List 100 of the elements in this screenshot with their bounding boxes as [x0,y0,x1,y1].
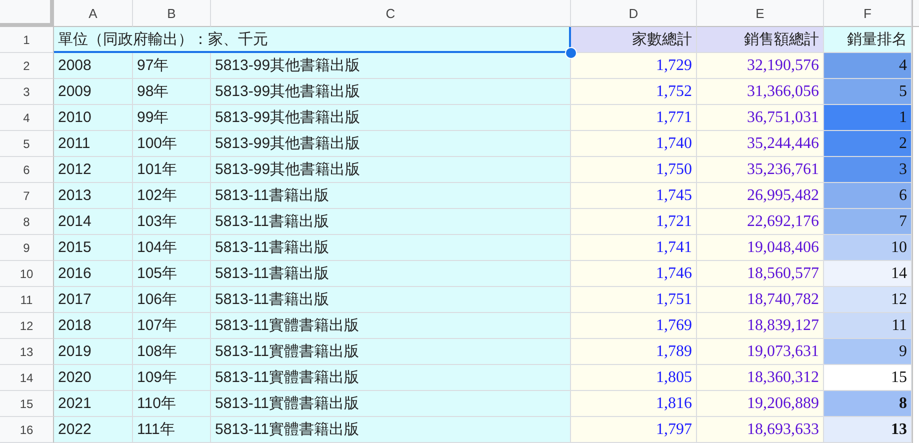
table-header-cell: 銷量排名 [824,27,912,53]
table-cell: 10 [824,235,912,261]
table-cell: 2016 [54,261,133,287]
table-cell: 5813-11實體書籍出版 [211,313,571,339]
table-cell: 109年 [133,365,211,391]
table-cell: 5813-11書籍出版 [211,183,571,209]
table-cell: 5813-99其他書籍出版 [211,53,571,79]
table-cell: 8 [824,391,912,417]
table-cell: 103年 [133,209,211,235]
table-cell: 2010 [54,105,133,131]
merged-title-cell[interactable]: 單位（同政府輸出）：家、千元 [54,27,571,53]
table-cell: 2015 [54,235,133,261]
table-cell: 18,560,577 [697,261,824,287]
row-header[interactable]: 10 [0,261,54,287]
table-cell: 3 [824,157,912,183]
table-cell: 5813-11實體書籍出版 [211,391,571,417]
table-cell: 1,745 [571,183,697,209]
table-cell: 35,236,761 [697,157,824,183]
row-header[interactable]: 6 [0,157,54,183]
table-cell: 14 [824,261,912,287]
table-cell: 100年 [133,131,211,157]
table-cell: 1,740 [571,131,697,157]
table-cell: 1,741 [571,235,697,261]
table-cell: 19,206,889 [697,391,824,417]
table-cell: 2 [824,131,912,157]
table-cell: 2019 [54,339,133,365]
table-cell: 1,816 [571,391,697,417]
table-cell: 2020 [54,365,133,391]
table-cell: 19,073,631 [697,339,824,365]
table-cell: 31,366,056 [697,79,824,105]
table-cell: 97年 [133,53,211,79]
table-cell: 5813-99其他書籍出版 [211,105,571,131]
table-cell: 1,771 [571,105,697,131]
table-cell: 1,789 [571,339,697,365]
table-cell: 7 [824,209,912,235]
table-cell: 18,693,633 [697,417,824,443]
row-header[interactable]: 11 [0,287,54,313]
table-cell: 6 [824,183,912,209]
row-header[interactable]: 13 [0,339,54,365]
table-cell: 2011 [54,131,133,157]
row-header[interactable]: 14 [0,365,54,391]
table-cell: 35,244,446 [697,131,824,157]
table-cell: 106年 [133,287,211,313]
table-cell: 2018 [54,313,133,339]
table-cell: 2013 [54,183,133,209]
row-header[interactable]: 15 [0,391,54,417]
table-cell: 1,751 [571,287,697,313]
table-cell: 1,721 [571,209,697,235]
table-cell: 32,190,576 [697,53,824,79]
table-cell: 105年 [133,261,211,287]
table-cell: 107年 [133,313,211,339]
table-cell: 19,048,406 [697,235,824,261]
row-header[interactable]: 7 [0,183,54,209]
table-cell: 1,750 [571,157,697,183]
row-header[interactable]: 2 [0,53,54,79]
row-header[interactable]: 8 [0,209,54,235]
table-cell: 5 [824,79,912,105]
table-cell: 110年 [133,391,211,417]
table-cell: 98年 [133,79,211,105]
table-cell: 1,769 [571,313,697,339]
table-cell: 2014 [54,209,133,235]
table-cell: 5813-11書籍出版 [211,261,571,287]
table-cell: 4 [824,53,912,79]
table-cell: 108年 [133,339,211,365]
row-header[interactable]: 12 [0,313,54,339]
table-cell: 5813-11書籍出版 [211,287,571,313]
table-cell: 5813-99其他書籍出版 [211,157,571,183]
row-header[interactable]: 16 [0,417,54,443]
table-cell: 2009 [54,79,133,105]
table-cell: 104年 [133,235,211,261]
table-cell: 5813-11書籍出版 [211,235,571,261]
table-cell: 111年 [133,417,211,443]
table-cell: 5813-11實體書籍出版 [211,417,571,443]
table-cell: 102年 [133,183,211,209]
table-cell: 1 [824,105,912,131]
table-cell: 5813-11實體書籍出版 [211,339,571,365]
table-cell: 22,692,176 [697,209,824,235]
table-cell: 5813-99其他書籍出版 [211,131,571,157]
table-cell: 101年 [133,157,211,183]
table-cell: 1,805 [571,365,697,391]
table-cell: 2021 [54,391,133,417]
table-cell: 1,752 [571,79,697,105]
table-cell: 26,995,482 [697,183,824,209]
table-header-cell: 家數總計 [571,27,697,53]
table-cell: 13 [824,417,912,443]
table-cell: 2022 [54,417,133,443]
row-header[interactable]: 3 [0,79,54,105]
table-cell: 99年 [133,105,211,131]
row-header[interactable]: 1 [0,27,54,53]
row-header[interactable]: 4 [0,105,54,131]
table-cell: 18,360,312 [697,365,824,391]
row-header[interactable]: 9 [0,235,54,261]
table-cell: 5813-99其他書籍出版 [211,79,571,105]
table-cell: 1,746 [571,261,697,287]
row-header[interactable]: 5 [0,131,54,157]
table-cell: 9 [824,339,912,365]
table-cell: 11 [824,313,912,339]
table-cell: 15 [824,365,912,391]
table-cell: 5813-11實體書籍出版 [211,365,571,391]
table-cell: 18,740,782 [697,287,824,313]
